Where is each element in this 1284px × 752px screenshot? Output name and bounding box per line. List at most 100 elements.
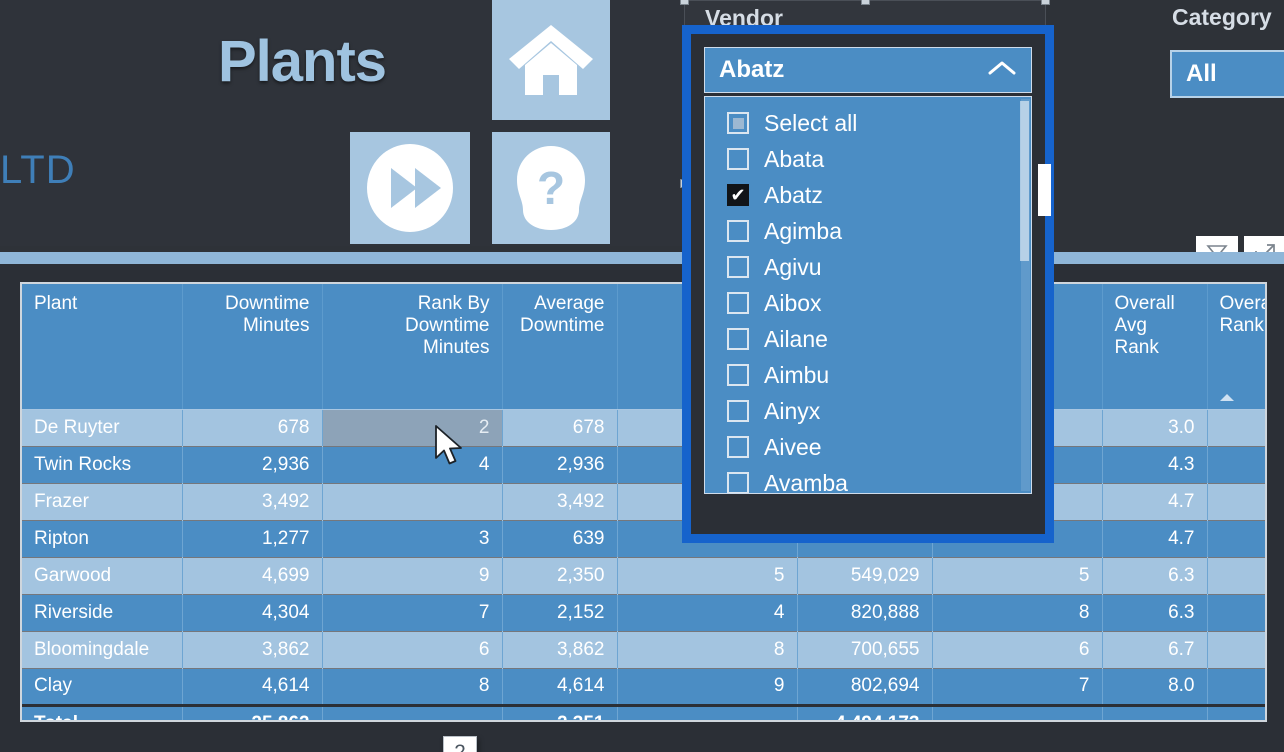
cell-downtime-minutes[interactable]: 3,492 — [182, 483, 323, 521]
column-header-overall-rank[interactable]: Overall Rank — [1207, 284, 1265, 410]
vendor-option[interactable]: Agivu — [705, 249, 1031, 285]
column-header-plant[interactable]: Plant — [22, 284, 183, 410]
cell-value[interactable]: 820,888 — [797, 594, 933, 632]
cell-average-downtime[interactable]: 639 — [502, 520, 618, 558]
cell-rank-by-avg-downtime[interactable]: 8 — [617, 631, 798, 669]
cell-rank-by-avg-downtime[interactable]: 9 — [617, 668, 798, 706]
vendor-option[interactable]: Aibox — [705, 285, 1031, 321]
cell-value[interactable]: 802,694 — [797, 668, 933, 706]
table-row[interactable]: De Ruyter67826783.02 — [22, 409, 1265, 447]
cell-overall-rank[interactable]: 7 — [1207, 668, 1265, 706]
cell-overall-avg-rank[interactable]: 6.3 — [1102, 557, 1208, 595]
checkbox-unchecked-icon[interactable] — [727, 256, 749, 278]
cell-rank-by-avg-downtime[interactable]: 4 — [617, 594, 798, 632]
table-row[interactable]: Frazer3,4923,4924.74 — [22, 483, 1265, 521]
checkbox-unchecked-icon[interactable] — [727, 328, 749, 350]
cell-rank-by-downtime[interactable]: 4 — [322, 446, 503, 484]
column-header-overall-avg-rank[interactable]: Overall Avg Rank — [1102, 284, 1208, 410]
cell-downtime-minutes[interactable]: 4,304 — [182, 594, 323, 632]
category-slicer[interactable]: Category All — [1146, 0, 1284, 247]
table-row[interactable]: Garwood4,69992,3505549,02956.35 — [22, 557, 1265, 595]
checkbox-unchecked-icon[interactable] — [727, 220, 749, 242]
cell-plant[interactable]: De Ruyter — [22, 409, 183, 447]
cell-downtime-minutes[interactable]: 4,699 — [182, 557, 323, 595]
vendor-option[interactable]: Abata — [705, 141, 1031, 177]
checkbox-unchecked-icon[interactable] — [727, 436, 749, 458]
checkbox-unchecked-icon[interactable] — [727, 292, 749, 314]
cell-overall-avg-rank[interactable]: 6.3 — [1102, 594, 1208, 632]
cell-plant[interactable]: Frazer — [22, 483, 183, 521]
cell-average-downtime[interactable]: 3,862 — [502, 631, 618, 669]
checkbox-partial-icon[interactable] — [727, 112, 749, 134]
table-row[interactable]: Bloomingdale3,86263,8628700,65566.76 — [22, 631, 1265, 669]
vendor-option[interactable]: Avamba — [705, 465, 1031, 493]
column-header-rank-by-downtime-minutes[interactable]: Rank By Downtime Minutes — [322, 284, 503, 410]
cell-value[interactable]: 549,029 — [797, 557, 933, 595]
cell-overall-rank[interactable]: 5 — [1207, 557, 1265, 595]
cell-overall-rank[interactable]: 4 — [1207, 520, 1265, 558]
cell-rank-by-downtime[interactable]: 2 — [322, 409, 503, 447]
cell-overall-rank[interactable]: 3 — [1207, 446, 1265, 484]
cell-rank-by-avg-downtime[interactable]: 5 — [617, 557, 798, 595]
cell-average-downtime[interactable]: 3,492 — [502, 483, 618, 521]
vendor-list-scrollbar-thumb[interactable] — [1020, 101, 1029, 261]
selection-handle[interactable] — [861, 0, 870, 5]
cell-average-downtime[interactable]: 2,152 — [502, 594, 618, 632]
cell-overall-rank[interactable]: 4 — [1207, 483, 1265, 521]
column-header-downtime-minutes[interactable]: Downtime Minutes — [182, 284, 323, 410]
help-button[interactable]: ? — [492, 132, 610, 244]
checkbox-unchecked-icon[interactable] — [727, 364, 749, 386]
cell-average-downtime[interactable]: 4,614 — [502, 668, 618, 706]
checkbox-unchecked-icon[interactable] — [727, 472, 749, 493]
cell-overall-rank[interactable]: 6 — [1207, 631, 1265, 669]
cell-average-downtime[interactable]: 2,936 — [502, 446, 618, 484]
cell-rank-by-value[interactable]: 5 — [932, 557, 1103, 595]
vendor-option[interactable]: Select all — [705, 105, 1031, 141]
column-header-average-downtime[interactable]: Average Downtime — [502, 284, 618, 410]
table-row[interactable]: Riverside4,30472,1524820,88886.35 — [22, 594, 1265, 632]
vendor-option[interactable]: Agimba — [705, 213, 1031, 249]
cell-overall-avg-rank[interactable]: 4.7 — [1102, 483, 1208, 521]
vendor-list-scrollbar-track[interactable] — [1020, 99, 1030, 491]
cell-downtime-minutes[interactable]: 4,614 — [182, 668, 323, 706]
vendor-combobox[interactable]: Abatz — [704, 47, 1032, 93]
cell-downtime-minutes[interactable]: 2,936 — [182, 446, 323, 484]
cell-rank-by-downtime[interactable]: 3 — [322, 520, 503, 558]
category-slicer-value[interactable]: All — [1170, 50, 1284, 98]
table-row[interactable]: Ripton1,2773639 4.74 — [22, 520, 1265, 558]
table-row[interactable]: Clay4,61484,6149802,69478.07 — [22, 668, 1265, 706]
cell-rank-by-downtime[interactable]: 7 — [322, 594, 503, 632]
cell-overall-avg-rank[interactable]: 6.7 — [1102, 631, 1208, 669]
cell-overall-avg-rank[interactable]: 4.3 — [1102, 446, 1208, 484]
vendor-option-list[interactable]: Select all Abata ✔ Abatz Agimba Agivu Aibox Ail… — [704, 96, 1032, 494]
cell-average-downtime[interactable]: 678 — [502, 409, 618, 447]
cell-overall-avg-rank[interactable]: 4.7 — [1102, 520, 1208, 558]
cell-rank-by-downtime[interactable]: 6 — [322, 631, 503, 669]
cell-downtime-minutes[interactable]: 3,862 — [182, 631, 323, 669]
cell-plant[interactable]: Clay — [22, 668, 183, 706]
cell-overall-avg-rank[interactable]: 8.0 — [1102, 668, 1208, 706]
slicer-scrollbar-stub[interactable] — [1038, 164, 1051, 216]
next-page-button[interactable] — [350, 132, 470, 244]
vendor-option[interactable]: Aimbu — [705, 357, 1031, 393]
cell-plant[interactable]: Riverside — [22, 594, 183, 632]
cell-downtime-minutes[interactable]: 678 — [182, 409, 323, 447]
cell-rank-by-value[interactable]: 6 — [932, 631, 1103, 669]
cell-plant[interactable]: Ripton — [22, 520, 183, 558]
cell-plant[interactable]: Twin Rocks — [22, 446, 183, 484]
vendor-option[interactable]: Ainyx — [705, 393, 1031, 429]
table-row[interactable]: Twin Rocks2,93642,9364.33 — [22, 446, 1265, 484]
cell-rank-by-value[interactable]: 8 — [932, 594, 1103, 632]
vendor-option[interactable]: Ailane — [705, 321, 1031, 357]
cell-average-downtime[interactable]: 2,350 — [502, 557, 618, 595]
chevron-up-icon[interactable] — [987, 59, 1017, 82]
checkbox-checked-icon[interactable]: ✔ — [727, 184, 749, 206]
selection-handle[interactable] — [1041, 0, 1050, 5]
cell-rank-by-downtime[interactable]: 9 — [322, 557, 503, 595]
cell-rank-by-downtime[interactable] — [322, 483, 503, 521]
selection-handle[interactable] — [680, 0, 689, 5]
checkbox-unchecked-icon[interactable] — [727, 148, 749, 170]
vendor-option[interactable]: Aivee — [705, 429, 1031, 465]
cell-downtime-minutes[interactable]: 1,277 — [182, 520, 323, 558]
cell-plant[interactable]: Garwood — [22, 557, 183, 595]
